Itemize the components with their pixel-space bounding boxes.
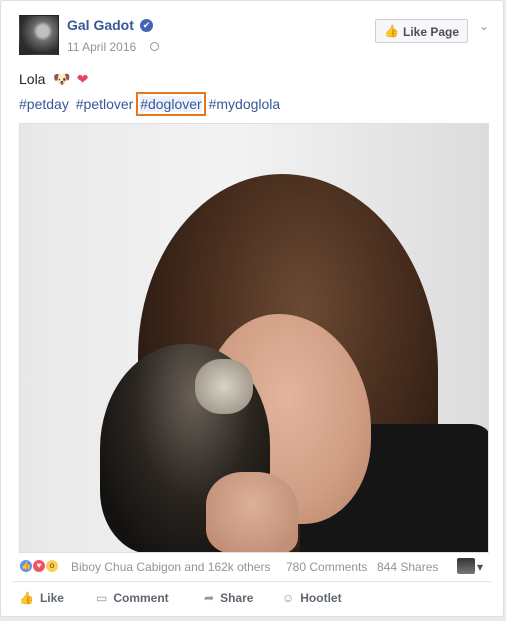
comment-icon: ▭ [96, 591, 108, 605]
share-icon: ➦ [204, 591, 215, 605]
comment-label: Comment [113, 591, 169, 605]
reactions-bar: 👍 ♥ o Biboy Chua Cabigon and 162k others… [19, 557, 489, 577]
divider [13, 581, 491, 582]
hashtag-mydoglola[interactable]: #mydoglola [209, 96, 281, 112]
post-options-chevron-icon[interactable]: ⌄ [479, 19, 489, 33]
post-header: Gal Gadot ✔ 11 April 2016 👍 Like Page ⌄ [19, 15, 493, 59]
share-count[interactable]: 844 Shares [377, 560, 438, 574]
comment-button[interactable]: ▭ Comment [96, 591, 169, 605]
heart-emoji-icon: ❤ [76, 71, 89, 87]
hashtag-doglover[interactable]: #doglover [136, 92, 206, 116]
hashtag-petday[interactable]: #petday [19, 96, 69, 112]
like-label: Like [39, 591, 64, 605]
like-page-label: Like Page [403, 25, 460, 39]
post-caption: Lola 🐶 ❤ [19, 71, 88, 88]
globe-icon [150, 42, 159, 51]
like-page-button[interactable]: 👍 Like Page [375, 19, 468, 43]
share-button[interactable]: ➦ Share [204, 591, 253, 605]
share-label: Share [220, 591, 254, 605]
post-card: Gal Gadot ✔ 11 April 2016 👍 Like Page ⌄ … [0, 0, 504, 617]
wow-reaction-icon[interactable]: o [45, 559, 59, 573]
hootlet-label: Hootlet [300, 591, 342, 605]
hootlet-button[interactable]: ☺ Hootlet [282, 591, 342, 605]
post-date[interactable]: 11 April 2016 [67, 40, 136, 54]
verified-badge-icon: ✔ [140, 19, 153, 32]
like-reaction-icon[interactable]: 👍 [19, 559, 33, 573]
comment-count[interactable]: 780 Comments [286, 560, 367, 574]
like-icon: 👍 [19, 591, 34, 605]
reaction-summary[interactable]: Biboy Chua Cabigon and 162k others [71, 560, 270, 574]
post-photo[interactable] [19, 123, 489, 553]
love-reaction-icon[interactable]: ♥ [32, 559, 46, 573]
hashtag-list: #petday #petlover #doglover #mydoglola [19, 92, 283, 116]
like-button[interactable]: 👍 Like [19, 591, 64, 605]
author-name[interactable]: Gal Gadot [67, 17, 134, 33]
viewer-avatar[interactable] [457, 558, 475, 574]
hootlet-icon: ☺ [282, 591, 295, 605]
post-actions: 👍 Like ▭ Comment ➦ Share ☺ Hootlet [19, 591, 489, 609]
author-avatar[interactable] [19, 15, 59, 55]
photo-hand [206, 472, 298, 552]
caption-text: Lola [19, 71, 46, 87]
photo-dog-face [195, 359, 253, 414]
viewer-chevron-icon[interactable]: ▾ [477, 560, 483, 574]
thumbs-up-icon: 👍 [384, 24, 399, 38]
hashtag-petlover[interactable]: #petlover [76, 96, 134, 112]
dog-emoji-icon: 🐶 [53, 71, 71, 87]
